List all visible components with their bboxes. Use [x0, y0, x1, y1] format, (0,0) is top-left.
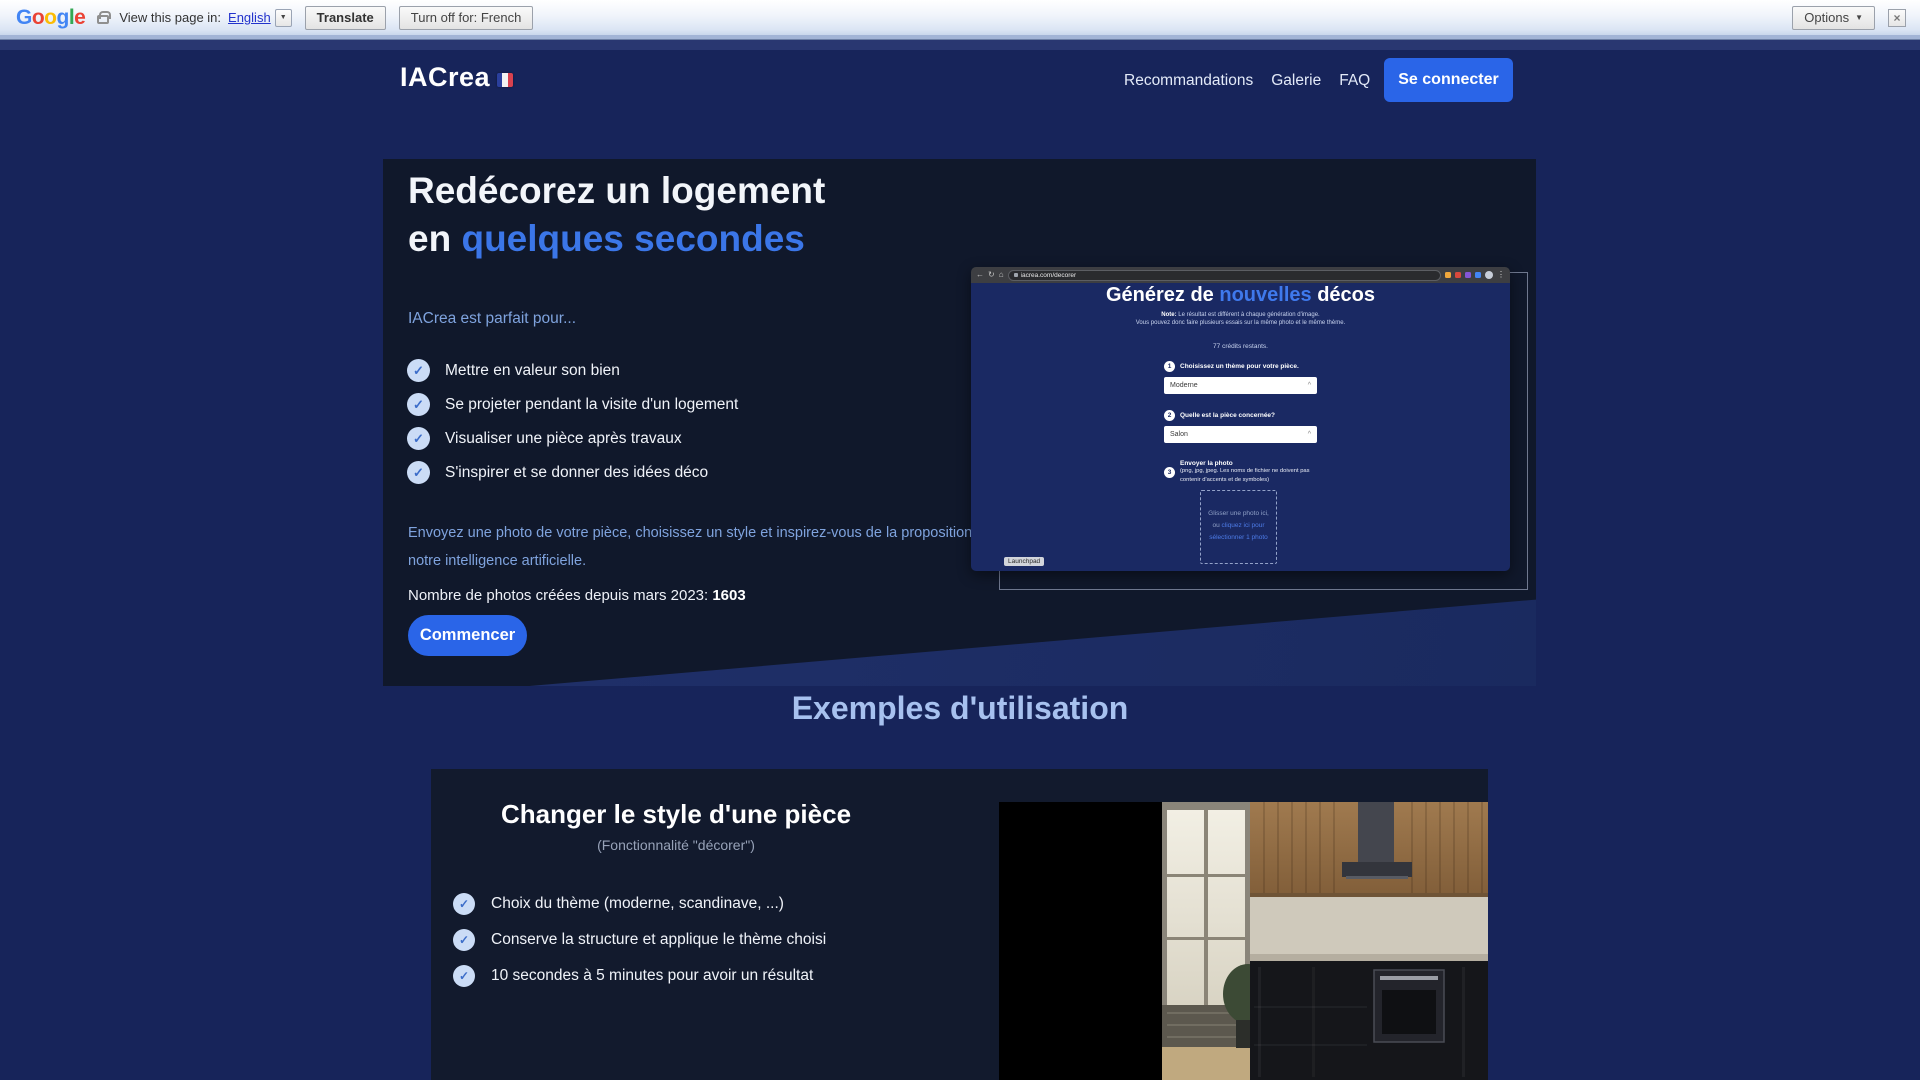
chevron-down-icon: ▼ [280, 14, 287, 21]
view-page-label: View this page in: [119, 10, 221, 25]
lock-icon [97, 15, 109, 24]
upload-dropzone: Glisser une photo ici, ou cliquez ici po… [1200, 490, 1277, 564]
start-button[interactable]: Commencer [408, 615, 527, 656]
page: { "translate_bar": { "brand_letters": [ … [0, 0, 1920, 1080]
screenshot-note: Note: Le résultat est différent à chaque… [971, 311, 1510, 327]
caret-icon: ^ [1308, 431, 1311, 438]
extension-icon [1465, 272, 1471, 278]
step-number-badge: 1 [1164, 361, 1175, 372]
launchpad-badge: Launchpad [1004, 557, 1044, 566]
credits-remaining: 77 crédits restants. [971, 343, 1510, 350]
nav-item-faq[interactable]: FAQ [1339, 72, 1370, 90]
photo-counter-value: 1603 [712, 587, 745, 604]
app-screenshot: ← ↻ ⌂ iacrea.com/decorer ⋮ Générez de no… [971, 267, 1510, 571]
turn-off-button[interactable]: Turn off for: French [399, 6, 534, 30]
hero-intro: IACrea est parfait pour... [408, 310, 576, 328]
options-button[interactable]: Options ▼ [1792, 6, 1875, 30]
address-url: iacrea.com/decorer [1021, 272, 1077, 279]
check-icon: ✓ [453, 893, 475, 915]
photo-counter: Nombre de photos créées depuis mars 2023… [408, 587, 746, 604]
examples-section-title: Exemples d'utilisation [0, 690, 1920, 727]
browser-toolbar: ← ↻ ⌂ iacrea.com/decorer ⋮ [971, 267, 1510, 283]
lock-icon [1014, 273, 1018, 277]
list-item: ✓ 10 secondes à 5 minutes pour avoir un … [453, 965, 826, 987]
example-card-subtitle: (Fonctionnalité "décorer") [431, 837, 921, 853]
back-icon: ← [976, 271, 984, 279]
google-logo: Google [16, 6, 85, 30]
check-icon: ✓ [453, 929, 475, 951]
menu-dots-icon: ⋮ [1497, 271, 1505, 279]
list-item: ✓ Conserve la structure et applique le t… [453, 929, 826, 951]
step-3: 3 Envoyer la photo (png, jpg, jpeg. Les … [1164, 460, 1317, 484]
translate-button[interactable]: Translate [305, 6, 386, 30]
hero-section: Redécorez un logement en quelques second… [383, 159, 1536, 686]
hero-description: Envoyez une photo de votre pièce, choisi… [408, 519, 993, 575]
step-number-badge: 3 [1164, 467, 1175, 478]
check-icon: ✓ [453, 965, 475, 987]
chevron-down-icon: ▼ [1855, 13, 1863, 22]
extension-icon [1475, 272, 1481, 278]
nav-item-recommandations[interactable]: Recommandations [1124, 72, 1253, 90]
check-icon: ✓ [407, 393, 430, 416]
room-select: Salon ^ [1164, 426, 1317, 443]
list-item: ✓ S'inspirer et se donner des idées déco [407, 461, 738, 484]
caret-icon: ^ [1308, 382, 1311, 389]
list-item: ✓ Visualiser une pièce après travaux [407, 427, 738, 450]
site-logo[interactable]: IACrea [400, 62, 490, 93]
login-button[interactable]: Se connecter [1384, 58, 1513, 102]
step-number-badge: 2 [1164, 410, 1175, 421]
check-icon: ✓ [407, 359, 430, 382]
header-top-strip [0, 39, 1920, 50]
theme-select: Moderne ^ [1164, 377, 1317, 394]
language-dropdown-button[interactable]: ▼ [275, 9, 292, 27]
hero-title: Redécorez un logement en quelques second… [408, 167, 825, 263]
address-bar: iacrea.com/decorer [1008, 270, 1441, 281]
list-item: ✓ Se projeter pendant la visite d'un log… [407, 393, 738, 416]
google-translate-bar: Google View this page in: English ▼ Tran… [0, 0, 1920, 39]
check-icon: ✓ [407, 461, 430, 484]
extension-icon [1455, 272, 1461, 278]
extension-icon [1445, 272, 1451, 278]
screenshot-page: Générez de nouvelles décos Note: Le résu… [971, 283, 1510, 571]
screenshot-form: 1 Choisissez un thème pour votre pièce. … [1164, 361, 1317, 564]
french-flag-icon [497, 73, 513, 87]
refresh-icon: ↻ [988, 271, 995, 279]
list-item: ✓ Mettre en valeur son bien [407, 359, 738, 382]
example-card: Changer le style d'une pièce (Fonctionna… [431, 769, 1488, 1080]
list-item: ✓ Choix du thème (moderne, scandinave, .… [453, 893, 826, 915]
nav-item-galerie[interactable]: Galerie [1271, 72, 1321, 90]
hero-checklist: ✓ Mettre en valeur son bien ✓ Se projete… [407, 359, 738, 484]
example-card-title: Changer le style d'une pièce [431, 799, 921, 830]
close-icon[interactable]: × [1888, 9, 1906, 27]
hero-title-highlight: quelques secondes [461, 218, 804, 259]
screenshot-title: Générez de nouvelles décos [971, 284, 1510, 307]
language-link[interactable]: English [228, 10, 271, 25]
main-nav: Recommandations Galerie FAQ [1124, 72, 1370, 90]
hero-diagonal-wedge [383, 596, 1536, 686]
step-1: 1 Choisissez un thème pour votre pièce. [1164, 361, 1317, 372]
check-icon: ✓ [407, 427, 430, 450]
example-checklist: ✓ Choix du thème (moderne, scandinave, .… [453, 893, 826, 987]
avatar [1485, 271, 1493, 279]
home-icon: ⌂ [999, 271, 1004, 279]
kitchen-photo [999, 802, 1488, 1080]
step-2: 2 Quelle est la pièce concernée? [1164, 410, 1317, 421]
